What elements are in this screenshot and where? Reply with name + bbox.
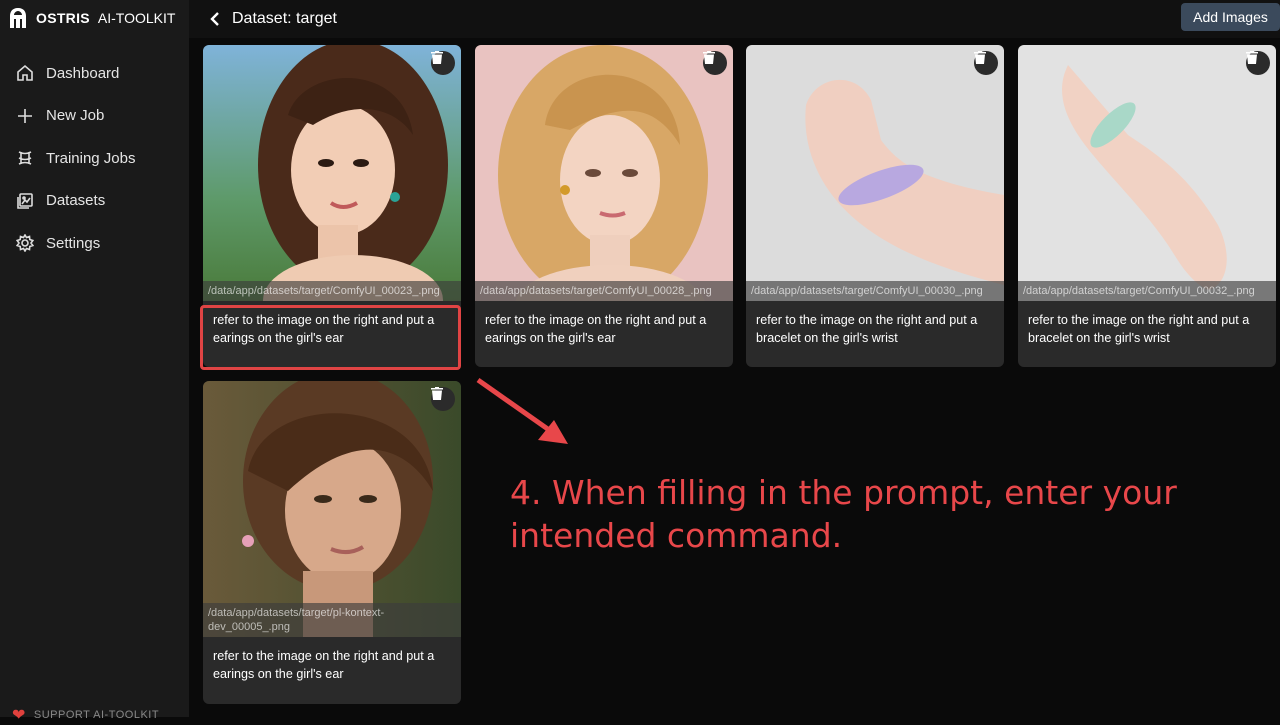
delete-button[interactable]: [703, 51, 727, 75]
wrist-image: [746, 45, 1004, 301]
sidebar-item-label: Datasets: [46, 192, 106, 210]
dataset-card: /data/app/datasets/target/ComfyUI_00032_…: [1018, 45, 1276, 367]
support-label: SUPPORT AI-TOOLKIT: [33, 709, 160, 721]
annotation-arrow-icon: [476, 377, 568, 444]
portrait-image: [475, 45, 733, 301]
add-images-button[interactable]: Add Images: [1181, 3, 1280, 31]
sidebar-item-label: Settings: [46, 234, 101, 252]
brand-name: OSTRIS: [36, 10, 90, 26]
image-path: /data/app/datasets/target/ComfyUI_00023_…: [203, 281, 461, 301]
ostris-logo-icon: [10, 8, 26, 28]
training-icon: [18, 151, 32, 165]
dataset-card: /data/app/datasets/target/ComfyUI_00028_…: [475, 45, 733, 367]
image-path: /data/app/datasets/target/pl-kontext-dev…: [203, 603, 461, 637]
image-path: /data/app/datasets/target/ComfyUI_00028_…: [475, 281, 733, 301]
dataset-card: /data/app/datasets/target/ComfyUI_00023_…: [203, 45, 461, 367]
dataset-card: /data/app/datasets/target/ComfyUI_00030_…: [746, 45, 1004, 367]
dataset-image[interactable]: /data/app/datasets/target/pl-kontext-dev…: [203, 381, 461, 637]
back-button[interactable]: [205, 9, 225, 29]
image-path: /data/app/datasets/target/ComfyUI_00032_…: [1018, 281, 1276, 301]
heart-icon: ❤: [12, 707, 26, 724]
caption-input[interactable]: refer to the image on the right and put …: [1018, 301, 1276, 357]
trash-icon: [431, 387, 443, 400]
brand[interactable]: OSTRIS AI-TOOLKIT: [8, 6, 175, 30]
wrist-image: [1018, 45, 1276, 301]
dataset-image[interactable]: /data/app/datasets/target/ComfyUI_00023_…: [203, 45, 461, 301]
portrait-image: [203, 381, 461, 637]
caption-input[interactable]: refer to the image on the right and put …: [203, 637, 461, 693]
page-title: Dataset: target: [232, 10, 337, 27]
sidebar-nav: Dashboard New Job Training Jobs Datasets…: [0, 52, 189, 265]
caption-input[interactable]: refer to the image on the right and put …: [475, 301, 733, 357]
trash-icon: [1246, 51, 1258, 64]
delete-button[interactable]: [974, 51, 998, 75]
sidebar-item-dashboard[interactable]: Dashboard: [0, 52, 189, 95]
trash-icon: [431, 51, 443, 64]
sidebar: OSTRIS AI-TOOLKIT Dashboard New Job Trai…: [0, 0, 189, 724]
caption-input[interactable]: refer to the image on the right and put …: [203, 301, 461, 357]
gear-icon: [16, 234, 34, 253]
caption-input[interactable]: refer to the image on the right and put …: [746, 301, 1004, 357]
delete-button[interactable]: [431, 387, 455, 411]
dataset-image[interactable]: /data/app/datasets/target/ComfyUI_00028_…: [475, 45, 733, 301]
dataset-image[interactable]: /data/app/datasets/target/ComfyUI_00032_…: [1018, 45, 1276, 301]
chevron-left-icon: [210, 12, 219, 26]
brand-subtitle: AI-TOOLKIT: [97, 10, 176, 26]
delete-button[interactable]: [431, 51, 455, 75]
sidebar-item-settings[interactable]: Settings: [0, 222, 189, 265]
dataset-image[interactable]: /data/app/datasets/target/ComfyUI_00030_…: [746, 45, 1004, 301]
sidebar-item-datasets[interactable]: Datasets: [0, 180, 189, 223]
dataset-card: /data/app/datasets/target/pl-kontext-dev…: [203, 381, 461, 704]
support-link[interactable]: ❤ SUPPORT AI-TOOLKIT: [12, 705, 159, 725]
sidebar-item-label: Dashboard: [46, 64, 120, 82]
portrait-image: [203, 45, 461, 301]
annotation-text: 4. When filling in the prompt, enter you…: [510, 473, 1177, 555]
images-icon: [17, 192, 33, 209]
trash-icon: [974, 51, 986, 64]
sidebar-item-label: Training Jobs: [46, 149, 136, 167]
trash-icon: [703, 51, 715, 64]
home-icon: [17, 65, 33, 82]
image-path: /data/app/datasets/target/ComfyUI_00030_…: [746, 281, 1004, 301]
sidebar-item-new-job[interactable]: New Job: [0, 95, 189, 138]
sidebar-item-label: New Job: [46, 107, 105, 125]
delete-button[interactable]: [1246, 51, 1270, 75]
sidebar-item-training-jobs[interactable]: Training Jobs: [0, 137, 189, 180]
header: Dataset: target Add Images: [189, 0, 1280, 38]
plus-icon: [18, 108, 32, 123]
